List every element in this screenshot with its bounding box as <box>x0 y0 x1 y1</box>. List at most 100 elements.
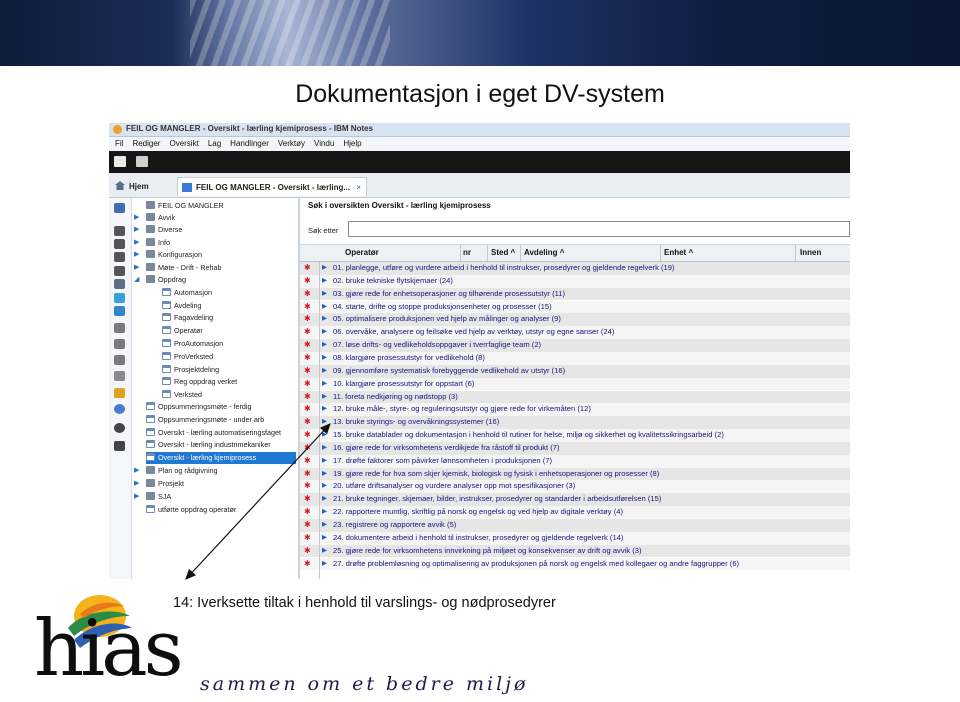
list-item[interactable]: ✱ ▶ 20. utføre driftsanalyser og vurdere a… <box>300 480 850 494</box>
nav-item[interactable]: Oppsummeringsmøte - under arb <box>146 414 264 426</box>
nav-item[interactable]: Operatør <box>162 325 203 337</box>
sync-icon[interactable] <box>114 293 125 303</box>
expand-icon[interactable]: ▶ <box>322 480 327 493</box>
nav-item[interactable]: ◢ Oppdrag <box>134 274 186 286</box>
collapse-icon[interactable]: ◢ <box>134 274 139 286</box>
nav-item[interactable]: ▶ Prosjekt <box>134 478 184 490</box>
nav-item[interactable]: ▶ Diverse <box>134 224 182 236</box>
expand-icon[interactable]: ▶ <box>322 275 327 288</box>
menu-item-handlinger[interactable]: Handlinger <box>230 137 269 151</box>
info-icon[interactable] <box>114 423 125 433</box>
folder-icon[interactable] <box>114 355 125 365</box>
calendar-icon[interactable] <box>136 156 148 167</box>
contacts-icon[interactable] <box>114 203 125 213</box>
close-icon[interactable]: × <box>356 178 361 197</box>
nav-item[interactable]: ▶ Møte - Drift - Rehab <box>134 262 222 274</box>
list-item[interactable]: ✱ ▶ 21. bruke tegninger, skjemaer, bilder,… <box>300 493 850 507</box>
column-innen[interactable]: Innen <box>800 248 821 257</box>
list-item[interactable]: ✱ ▶ 22. rapportere muntlig, skriftlig på n… <box>300 506 850 519</box>
list-item[interactable]: ✱ ▶ 05. optimalisere produksjonen ved hjel… <box>300 313 850 327</box>
folder-icon[interactable] <box>114 371 125 381</box>
expand-icon[interactable]: ▶ <box>322 326 327 339</box>
expand-icon[interactable]: ▶ <box>322 403 327 416</box>
nav-item[interactable]: ▶ Plan og rådgivning <box>134 465 218 477</box>
expand-icon[interactable]: ▶ <box>322 352 327 365</box>
column-enhet[interactable]: Enhet ^ <box>664 248 693 257</box>
list-item[interactable]: ✱ ▶ 17. drøfte faktorer som påvirker lønns… <box>300 454 850 468</box>
nav-item[interactable]: ▶ Konfigurasjon <box>134 249 202 261</box>
column-sted[interactable]: Sted ^ <box>491 248 515 257</box>
feed-icon[interactable] <box>114 388 125 398</box>
nav-item[interactable]: Oversikt - lærling industrimekaniker <box>146 439 271 451</box>
expand-icon[interactable]: ▶ <box>322 313 327 326</box>
expand-icon[interactable]: ▶ <box>134 262 139 274</box>
list-item[interactable]: ✱ ▶ 02. bruke tekniske flytskjemaer (24) <box>300 274 850 288</box>
nav-item[interactable]: ▶ SJA <box>134 491 171 503</box>
list-item[interactable]: ✱ ▶ 19. gjøre rede for hva som skjer kjemi… <box>300 467 850 481</box>
menu-item-lag[interactable]: Lag <box>208 137 221 151</box>
list-item[interactable]: ✱ ▶ 10. klargjøre prosessutstyr for oppsta… <box>300 377 850 391</box>
nav-item[interactable]: Prosjektdeling <box>162 364 219 376</box>
tab-home[interactable]: Hjem <box>115 177 175 196</box>
list-item[interactable]: ✱ ▶ 01. planlegge, utføre og vurdere arbei… <box>300 262 850 275</box>
column-nr[interactable]: nr <box>463 248 471 257</box>
list-item[interactable]: ✱ ▶ 24. dokumentere arbeid i henhold til i… <box>300 531 850 545</box>
menu-item-rediger[interactable]: Rediger <box>132 137 160 151</box>
expand-icon[interactable]: ▶ <box>134 478 139 490</box>
list-item[interactable]: ✱ ▶ 07. løse drifts- og vedlikeholdsoppgav… <box>300 339 850 352</box>
list-item[interactable]: ✱ ▶ 16. gjøre rede for virksomhetens verdi… <box>300 441 850 455</box>
menu-item-verktøy[interactable]: Verktøy <box>278 137 305 151</box>
menu-item-vindu[interactable]: Vindu <box>314 137 334 151</box>
menu-item-oversikt[interactable]: Oversikt <box>169 137 198 151</box>
expand-icon[interactable]: ▶ <box>322 506 327 519</box>
nav-item[interactable]: Oversikt - lærling kjemiprosess <box>146 452 296 464</box>
expand-icon[interactable]: ▶ <box>322 365 327 378</box>
folder-icon[interactable] <box>114 339 125 349</box>
list-icon[interactable] <box>114 252 125 262</box>
list-item[interactable]: ✱ ▶ 06. overvåke, analysere og feilsøke ve… <box>300 326 850 340</box>
expand-icon[interactable]: ▶ <box>134 224 139 236</box>
list-item[interactable]: ✱ ▶ 13. bruke styrings- og overvåkningssys… <box>300 416 850 429</box>
expand-icon[interactable]: ▶ <box>322 429 327 442</box>
list-item[interactable]: ✱ ▶ 03. gjøre rede for enhetsoperasjoner o… <box>300 287 850 301</box>
expand-icon[interactable]: ▶ <box>134 465 139 477</box>
nav-item[interactable]: Verksted <box>162 389 202 401</box>
expand-icon[interactable]: ▶ <box>322 558 327 571</box>
nav-item[interactable]: Fagavdeling <box>162 312 213 324</box>
expand-icon[interactable]: ▶ <box>322 519 327 532</box>
expand-icon[interactable]: ▶ <box>322 262 327 275</box>
column-operator[interactable]: Operatør <box>345 248 379 257</box>
nav-item[interactable]: Reg oppdrag verket <box>162 376 237 388</box>
expand-icon[interactable]: ▶ <box>322 493 327 506</box>
column-avdeling[interactable]: Avdeling ^ <box>524 248 564 257</box>
expand-icon[interactable]: ▶ <box>322 455 327 468</box>
menu-item-fil[interactable]: Fil <box>115 137 123 151</box>
expand-icon[interactable]: ▶ <box>322 378 327 391</box>
expand-icon[interactable]: ▶ <box>322 301 327 314</box>
list-item[interactable]: ✱ ▶ 04. starte, drifte og stoppe produksjo… <box>300 300 850 314</box>
expand-icon[interactable]: ▶ <box>322 339 327 352</box>
nav-item[interactable]: utførte oppdrag operatør <box>146 504 236 516</box>
mail-icon[interactable] <box>114 226 125 236</box>
workspace-icon[interactable] <box>114 306 125 316</box>
globe-icon[interactable] <box>114 404 125 414</box>
document-icon[interactable] <box>114 279 125 289</box>
expand-icon[interactable]: ▶ <box>134 237 139 249</box>
home-icon[interactable] <box>114 441 125 451</box>
search-input[interactable] <box>348 221 850 237</box>
folder-icon[interactable] <box>114 323 125 333</box>
nav-item[interactable]: ProVerksted <box>162 351 213 363</box>
list-item[interactable]: ✱ ▶ 12. bruke måle-, styre- og regulerings… <box>300 403 850 417</box>
list-item[interactable]: ✱ ▶ 25. gjøre rede for virksomhetens innvi… <box>300 544 850 558</box>
expand-icon[interactable]: ▶ <box>322 442 327 455</box>
nav-item[interactable]: Avdeling <box>162 300 201 312</box>
expand-icon[interactable]: ▶ <box>322 532 327 545</box>
expand-icon[interactable]: ▶ <box>322 391 327 404</box>
nav-root[interactable]: FEIL OG MANGLER <box>146 200 224 212</box>
list-item[interactable]: ✱ ▶ 27. drøfte problemløsning og optimalis… <box>300 557 850 571</box>
list-item[interactable]: ✱ ▶ 09. gjennomføre systematisk forebyggen… <box>300 364 850 378</box>
expand-icon[interactable]: ▶ <box>134 212 139 224</box>
calendar-icon[interactable] <box>114 239 125 249</box>
expand-icon[interactable]: ▶ <box>322 468 327 481</box>
expand-icon[interactable]: ▶ <box>322 288 327 301</box>
